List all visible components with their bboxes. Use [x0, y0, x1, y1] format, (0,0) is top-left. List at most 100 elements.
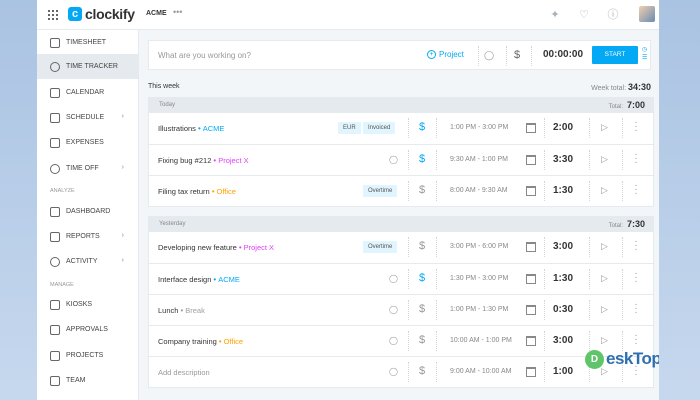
calendar-icon[interactable] [526, 367, 536, 377]
tag-badge[interactable]: Overtime [363, 241, 398, 253]
more-options-icon[interactable]: · · · [634, 150, 638, 168]
billable-dollar-icon[interactable]: $ [419, 153, 425, 165]
billable-dollar-icon[interactable]: $ [419, 121, 425, 133]
sidebar-item-time-off[interactable]: TIME OFF › [37, 156, 138, 181]
tag-icon[interactable]: ◯ [484, 50, 494, 61]
calendar-icon[interactable] [526, 305, 536, 315]
billable-dollar-icon[interactable]: $ [514, 49, 520, 61]
tag-icon[interactable]: ◯ [389, 274, 398, 283]
entry-project[interactable]: Project X [218, 156, 248, 165]
time-range[interactable]: 1:00 PM - 3:00 PM [450, 124, 508, 131]
sidebar-item-approvals[interactable]: APPROVALS [37, 317, 138, 342]
clockify-logo[interactable]: c clockify [68, 6, 135, 22]
entry-duration[interactable]: 1:00 [553, 366, 573, 377]
tag-badge[interactable]: Overtime [363, 185, 398, 197]
sidebar-item-dashboard[interactable]: DASHBOARD [37, 199, 138, 224]
billable-dollar-icon[interactable]: $ [419, 184, 425, 196]
entry-description-input[interactable]: Add description [158, 368, 210, 377]
entry-duration[interactable]: 2:00 [553, 122, 573, 133]
entry-project[interactable]: Break [185, 306, 205, 315]
entry-duration[interactable]: 3:00 [553, 335, 573, 346]
billable-dollar-icon[interactable]: $ [419, 240, 425, 252]
billable-dollar-icon[interactable]: $ [419, 303, 425, 315]
tag-icon[interactable]: ◯ [389, 305, 398, 314]
more-options-icon[interactable]: · · · [634, 269, 638, 287]
time-range[interactable]: 1:30 PM - 3:00 PM [450, 275, 508, 282]
sidebar-item-schedule[interactable]: SCHEDULE › [37, 105, 138, 130]
time-range[interactable]: 9:00 AM - 10:00 AM [450, 368, 511, 375]
billable-dollar-icon[interactable]: $ [419, 365, 425, 377]
avatar[interactable] [639, 6, 655, 22]
play-icon[interactable]: ▷ [601, 273, 608, 284]
calendar-icon[interactable] [526, 186, 536, 196]
billable-dollar-icon[interactable]: $ [419, 334, 425, 346]
entry-description[interactable]: Developing new feature • Project X [158, 243, 274, 252]
sidebar-item-projects[interactable]: PROJECTS [37, 343, 138, 368]
time-range[interactable]: 8:00 AM - 9:30 AM [450, 187, 508, 194]
play-icon[interactable]: ▷ [601, 185, 608, 196]
more-options-icon[interactable]: · · · [634, 331, 638, 349]
sidebar-item-time-tracker[interactable]: TIME TRACKER [37, 54, 138, 79]
entry-project[interactable]: Office [224, 337, 243, 346]
description-input[interactable]: What are you working on? [158, 51, 251, 60]
bell-icon[interactable]: ♡ [577, 8, 591, 22]
entry-duration[interactable]: 0:30 [553, 304, 573, 315]
help-icon[interactable]: ⓘ [606, 8, 620, 22]
billable-dollar-icon[interactable]: $ [419, 272, 425, 284]
entry-description[interactable]: Filing tax return • Office [158, 187, 236, 196]
play-icon[interactable]: ▷ [601, 304, 608, 315]
workspace-name[interactable]: ACME [146, 10, 167, 17]
app-grid-icon[interactable] [48, 10, 58, 20]
calendar-icon[interactable] [526, 242, 536, 252]
play-icon[interactable]: ▷ [601, 335, 608, 346]
tag-badge[interactable]: EUR [338, 122, 361, 134]
calendar-icon[interactable] [526, 336, 536, 346]
day-label: Yesterday [159, 221, 186, 227]
calendar-icon[interactable] [526, 274, 536, 284]
entry-description[interactable]: Lunch • Break [158, 306, 205, 315]
play-icon[interactable]: ▷ [601, 122, 608, 133]
sidebar-item-kiosks[interactable]: KIOSKS [37, 292, 138, 317]
entry-project[interactable]: Project X [244, 243, 274, 252]
entry-duration[interactable]: 1:30 [553, 273, 573, 284]
time-range[interactable]: 1:00 PM - 1:30 PM [450, 306, 508, 313]
tag-icon[interactable]: ◯ [389, 155, 398, 164]
project-button[interactable]: + Project [427, 50, 464, 59]
entry-description[interactable]: Illustrations • ACME [158, 124, 224, 133]
more-options-icon[interactable]: · · · [634, 118, 638, 136]
sidebar-item-reports[interactable]: REPORTS › [37, 224, 138, 249]
calendar-icon[interactable] [526, 123, 536, 133]
entry-project[interactable]: ACME [218, 275, 240, 284]
mode-toggle-icon[interactable]: ◷ ☰ [642, 46, 647, 62]
time-range[interactable]: 9:30 AM - 1:00 PM [450, 156, 508, 163]
entry-description[interactable]: Interface design • ACME [158, 275, 240, 284]
approvals-icon [50, 324, 60, 335]
sidebar-item-expenses[interactable]: EXPENSES [37, 130, 138, 155]
more-options-icon[interactable]: · · · [634, 300, 638, 318]
more-options-icon[interactable]: · · · [634, 181, 638, 199]
entry-duration[interactable]: 3:00 [553, 241, 573, 252]
entry-project[interactable]: ACME [203, 124, 225, 133]
entry-duration[interactable]: 1:30 [553, 185, 573, 196]
divider [589, 181, 590, 201]
entry-description[interactable]: Company training • Office [158, 337, 243, 346]
time-range[interactable]: 3:00 PM - 6:00 PM [450, 243, 508, 250]
sidebar-item-activity[interactable]: ACTIVITY › [37, 249, 138, 274]
workspace-more-icon[interactable]: ••• [173, 7, 182, 17]
play-icon[interactable]: ▷ [601, 241, 608, 252]
calendar-icon[interactable] [526, 155, 536, 165]
time-range[interactable]: 10:00 AM - 1:00 PM [450, 337, 512, 344]
tag-icon[interactable]: ◯ [389, 367, 398, 376]
start-button[interactable]: START [592, 46, 638, 64]
play-icon[interactable]: ▷ [601, 154, 608, 165]
tag-badge[interactable]: Invoiced [363, 122, 396, 134]
entry-project[interactable]: Office [217, 187, 236, 196]
entry-description[interactable]: Fixing bug #212 • Project X [158, 156, 249, 165]
sidebar-item-team[interactable]: TEAM [37, 368, 138, 393]
sidebar-item-timesheet[interactable]: TIMESHEET [37, 30, 138, 55]
sidebar-item-calendar[interactable]: CALENDAR [37, 80, 138, 105]
rocket-icon[interactable]: ✦ [548, 8, 562, 22]
tag-icon[interactable]: ◯ [389, 336, 398, 345]
more-options-icon[interactable]: · · · [634, 237, 638, 255]
entry-duration[interactable]: 3:30 [553, 154, 573, 165]
